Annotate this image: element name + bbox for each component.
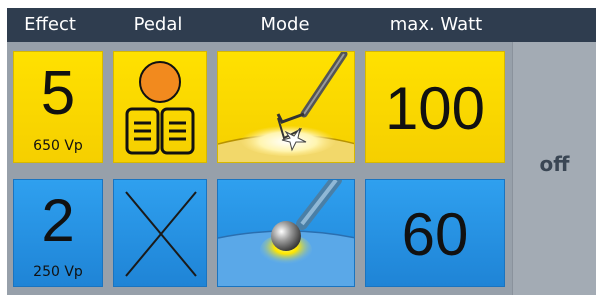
channel-1-mode-button[interactable] — [217, 51, 355, 163]
generator-screen: Effect Pedal Mode max. Watt 5 650 Vp 100… — [0, 0, 602, 295]
pedal-assigned-icon — [125, 61, 195, 155]
header-mode: Mode — [260, 14, 310, 35]
channel-2-max-watt-value: 60 — [401, 201, 469, 268]
status-side-panel[interactable]: off — [512, 42, 596, 295]
channel-1-effect-value: 5 — [40, 59, 76, 128]
channel-1-effect-button[interactable]: 5 650 Vp — [13, 51, 103, 163]
channel-1-pedal-button[interactable] — [113, 51, 207, 163]
channel-2-effect-voltage: 250 Vp — [33, 264, 83, 280]
header-max-watt: max. Watt — [389, 14, 483, 35]
channel-2-mode-button[interactable] — [217, 179, 355, 287]
header-pedal: Pedal — [133, 14, 183, 35]
channel-1-effect-voltage: 650 Vp — [33, 138, 83, 154]
column-header-bar: Effect Pedal Mode max. Watt — [7, 8, 596, 42]
channel-1-max-watt-button[interactable]: 100 — [365, 51, 505, 163]
channel-2-pedal-button[interactable] — [113, 179, 207, 287]
status-label: off — [539, 152, 570, 176]
channel-2-effect-button[interactable]: 2 250 Vp — [13, 179, 103, 287]
header-effect: Effect — [24, 14, 76, 35]
channel-panel: 5 650 Vp 100 2 250 Vp 60 — [7, 42, 512, 295]
channel-2-effect-value: 2 — [41, 187, 75, 254]
channel-1-max-watt-value: 100 — [384, 75, 486, 142]
cutting-electrode-icon — [218, 52, 354, 162]
channel-2-max-watt-button[interactable]: 60 — [365, 179, 505, 287]
no-pedal-icon — [125, 191, 197, 277]
ball-electrode-icon — [218, 180, 354, 286]
